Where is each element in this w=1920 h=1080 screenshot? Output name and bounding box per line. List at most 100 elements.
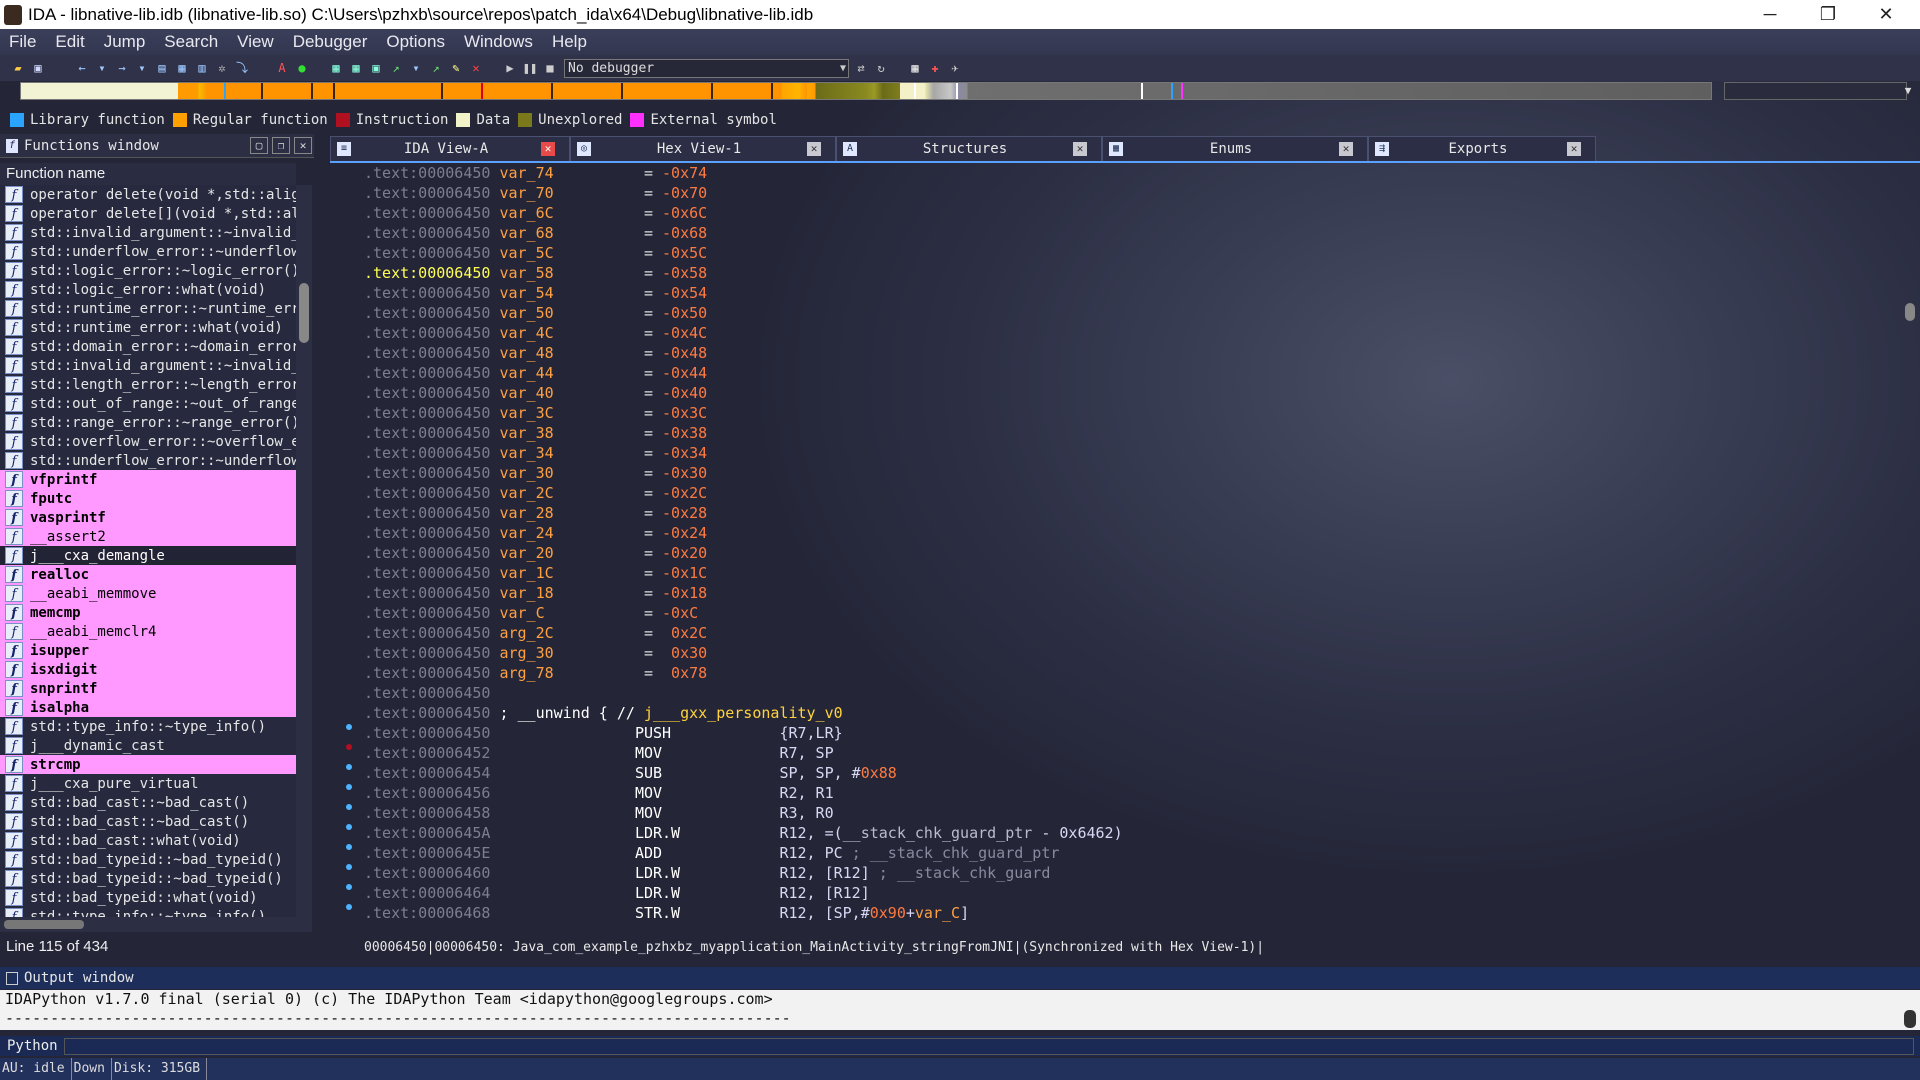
restore-window-icon[interactable]: ❐ <box>272 137 290 154</box>
maximize-button[interactable]: ❐ <box>1800 0 1856 29</box>
disasm-line[interactable]: .text:00006450 var_34 = -0x34 <box>364 443 1904 463</box>
disassembly-listing[interactable]: .text:00006450 var_74 = -0x74 .text:00006… <box>364 163 1904 923</box>
function-list-item[interactable]: f realloc <box>0 565 296 584</box>
breakpoint-gutter[interactable] <box>346 720 356 920</box>
toolbar-binary-icon[interactable]: ▥ <box>194 60 210 76</box>
tab-hex-view-1[interactable]: ◎ Hex View-1 ✕ <box>570 136 836 162</box>
function-list-item[interactable]: f std::underflow_error::~underflow_ <box>0 242 296 261</box>
disasm-line[interactable]: .text:00006450 var_74 = -0x74 <box>364 163 1904 183</box>
python-label[interactable]: Python <box>7 1038 58 1054</box>
disasm-line[interactable]: .text:00006450 ; __unwind { // j___gxx_p… <box>364 703 1904 723</box>
toolbar-green-circle-icon[interactable]: ● <box>294 60 310 76</box>
open-folder-icon[interactable]: ▰ <box>10 60 26 76</box>
disasm-instruction[interactable]: .text:00006460 LDR.W R12, [R12] ; __stac… <box>364 863 1904 883</box>
function-list-item[interactable]: f std::bad_cast::~bad_cast() <box>0 812 296 831</box>
function-list-item[interactable]: f std::range_error::~range_error() <box>0 413 296 432</box>
toolbar-gear-icon[interactable]: ✲ <box>214 60 230 76</box>
disasm-line[interactable]: .text:00006450 var_70 = -0x70 <box>364 183 1904 203</box>
function-list-item[interactable]: f fputc <box>0 489 296 508</box>
disasm-line[interactable]: .text:00006450 var_24 = -0x24 <box>364 523 1904 543</box>
function-list-item[interactable]: f std::domain_error::~domain_error( <box>0 337 296 356</box>
minimize-button[interactable]: ─ <box>1742 0 1798 29</box>
disasm-line[interactable]: .text:00006450 var_6C = -0x6C <box>364 203 1904 223</box>
toolbar-plugin-icon[interactable]: ✈ <box>947 60 963 76</box>
forward-dropdown-icon[interactable]: ▾ <box>134 60 150 76</box>
toolbar-flow-icon[interactable]: ⤵ <box>234 60 250 76</box>
menu-edit[interactable]: Edit <box>46 32 94 52</box>
disasm-line[interactable]: .text:00006450 var_58 = -0x58 <box>364 263 1904 283</box>
scrollbar-thumb[interactable] <box>1905 303 1915 321</box>
toolbar-struct-icon[interactable]: ▦ <box>328 60 344 76</box>
navigation-band[interactable] <box>20 82 1712 100</box>
function-list-item[interactable]: f std::type_info::~type_info() <box>0 717 296 736</box>
scrollbar-thumb[interactable] <box>4 920 84 929</box>
function-list-item[interactable]: f isxdigit <box>0 660 296 679</box>
function-list-item[interactable]: f std::bad_typeid::what(void) <box>0 888 296 907</box>
disasm-line[interactable]: .text:00006450 var_40 = -0x40 <box>364 383 1904 403</box>
disasm-line[interactable]: .text:00006450 var_48 = -0x48 <box>364 343 1904 363</box>
menu-view[interactable]: View <box>228 32 284 52</box>
disasm-instruction[interactable]: .text:00006450 PUSH {R7,LR} <box>364 723 1904 743</box>
toolbar-graph-icon[interactable]: ▦ <box>907 60 923 76</box>
function-list-item[interactable]: f j___cxa_demangle <box>0 546 296 565</box>
toolbar-delete-icon[interactable]: ✕ <box>468 60 484 76</box>
function-list-item[interactable]: f std::bad_cast::~bad_cast() <box>0 793 296 812</box>
function-list-item[interactable]: f isupper <box>0 641 296 660</box>
python-input[interactable] <box>64 1038 1914 1055</box>
function-list-item[interactable]: f j___cxa_pure_virtual <box>0 774 296 793</box>
function-list-item[interactable]: f std::length_error::~length_error( <box>0 375 296 394</box>
disasm-instruction[interactable]: .text:00006464 LDR.W R12, [R12] <box>364 883 1904 903</box>
function-list-item[interactable]: f std::invalid_argument::~invalid_a <box>0 223 296 242</box>
functions-vertical-scrollbar[interactable] <box>296 185 312 917</box>
disasm-instruction[interactable]: .text:00006468 STR.W R12, [SP,#0x90+var_… <box>364 903 1904 923</box>
function-list-item[interactable]: f __aeabi_memclr4 <box>0 622 296 641</box>
function-list-item[interactable]: f operator delete[](void *,std::ali <box>0 204 296 223</box>
toolbar-breakpoint-icon[interactable]: ✚ <box>927 60 943 76</box>
toolbar-dropdown-icon[interactable]: ▾ <box>408 60 424 76</box>
disasm-line[interactable]: .text:00006450 var_44 = -0x44 <box>364 363 1904 383</box>
function-list-item[interactable]: f std::out_of_range::~out_of_range( <box>0 394 296 413</box>
menu-help[interactable]: Help <box>543 32 597 52</box>
function-list-item[interactable]: f std::type_info::~type_info() <box>0 907 296 917</box>
disasm-instruction[interactable]: .text:0000645A LDR.W R12, =(__stack_chk_… <box>364 823 1904 843</box>
function-list-item[interactable]: f strcmp <box>0 755 296 774</box>
function-list-item[interactable]: f operator delete(void *,std::align <box>0 185 296 204</box>
disasm-line[interactable]: .text:00006450 var_68 = -0x68 <box>364 223 1904 243</box>
function-list-item[interactable]: f std::bad_typeid::~bad_typeid() <box>0 850 296 869</box>
disasm-line[interactable]: .text:00006450 var_20 = -0x20 <box>364 543 1904 563</box>
disasm-instruction[interactable]: .text:00006456 MOV R2, R1 <box>364 783 1904 803</box>
status-search-direction[interactable]: Down <box>72 1058 112 1080</box>
function-list-item[interactable]: f std::bad_typeid::~bad_typeid() <box>0 869 296 888</box>
toolbar-xref-icon[interactable]: ↗ <box>428 60 444 76</box>
function-list-item[interactable]: f memcmp <box>0 603 296 622</box>
disasm-line[interactable]: .text:00006450 var_18 = -0x18 <box>364 583 1904 603</box>
output-log[interactable]: IDAPython v1.7.0 final (serial 0) (c) Th… <box>0 990 1920 1030</box>
toolbar-add-icon[interactable]: ▣ <box>368 60 384 76</box>
chevron-down-icon[interactable]: ▼ <box>1900 82 1916 100</box>
function-list-item[interactable]: f __assert2 <box>0 527 296 546</box>
menu-debugger[interactable]: Debugger <box>284 32 378 52</box>
menu-windows[interactable]: Windows <box>455 32 543 52</box>
toolbar-refresh-icon[interactable]: ↻ <box>873 60 889 76</box>
disasm-line[interactable]: .text:00006450 var_30 = -0x30 <box>364 463 1904 483</box>
disasm-instruction[interactable]: .text:00006458 MOV R3, R0 <box>364 803 1904 823</box>
close-button[interactable]: ✕ <box>1858 0 1914 29</box>
function-list-item[interactable]: f std::runtime_error::what(void) <box>0 318 296 337</box>
function-list-item[interactable]: f __aeabi_memmove <box>0 584 296 603</box>
menu-file[interactable]: File <box>0 32 46 52</box>
disasm-line[interactable]: .text:00006450 var_2C = -0x2C <box>364 483 1904 503</box>
back-dropdown-icon[interactable]: ▾ <box>94 60 110 76</box>
back-icon[interactable]: ← <box>74 60 90 76</box>
function-list-item[interactable]: f std::overflow_error::~overflow_er <box>0 432 296 451</box>
save-icon[interactable]: ▣ <box>30 60 46 76</box>
toolbar-tree-icon[interactable]: ▦ <box>174 60 190 76</box>
scrollbar-thumb[interactable] <box>299 283 309 343</box>
function-list-item[interactable]: f std::bad_cast::what(void) <box>0 831 296 850</box>
navigation-combo[interactable] <box>1724 82 1907 100</box>
close-tab-icon[interactable]: ✕ <box>807 142 821 156</box>
disasm-line[interactable]: .text:00006450 var_C = -0xC <box>364 603 1904 623</box>
function-list-item[interactable]: f std::logic_error::~logic_error() <box>0 261 296 280</box>
disasm-instruction[interactable]: .text:00006452 MOV R7, SP <box>364 743 1904 763</box>
tab-ida-view-a[interactable]: ≡ IDA View-A ✕ <box>330 136 570 162</box>
function-name-column-header[interactable]: Function name <box>0 163 296 185</box>
